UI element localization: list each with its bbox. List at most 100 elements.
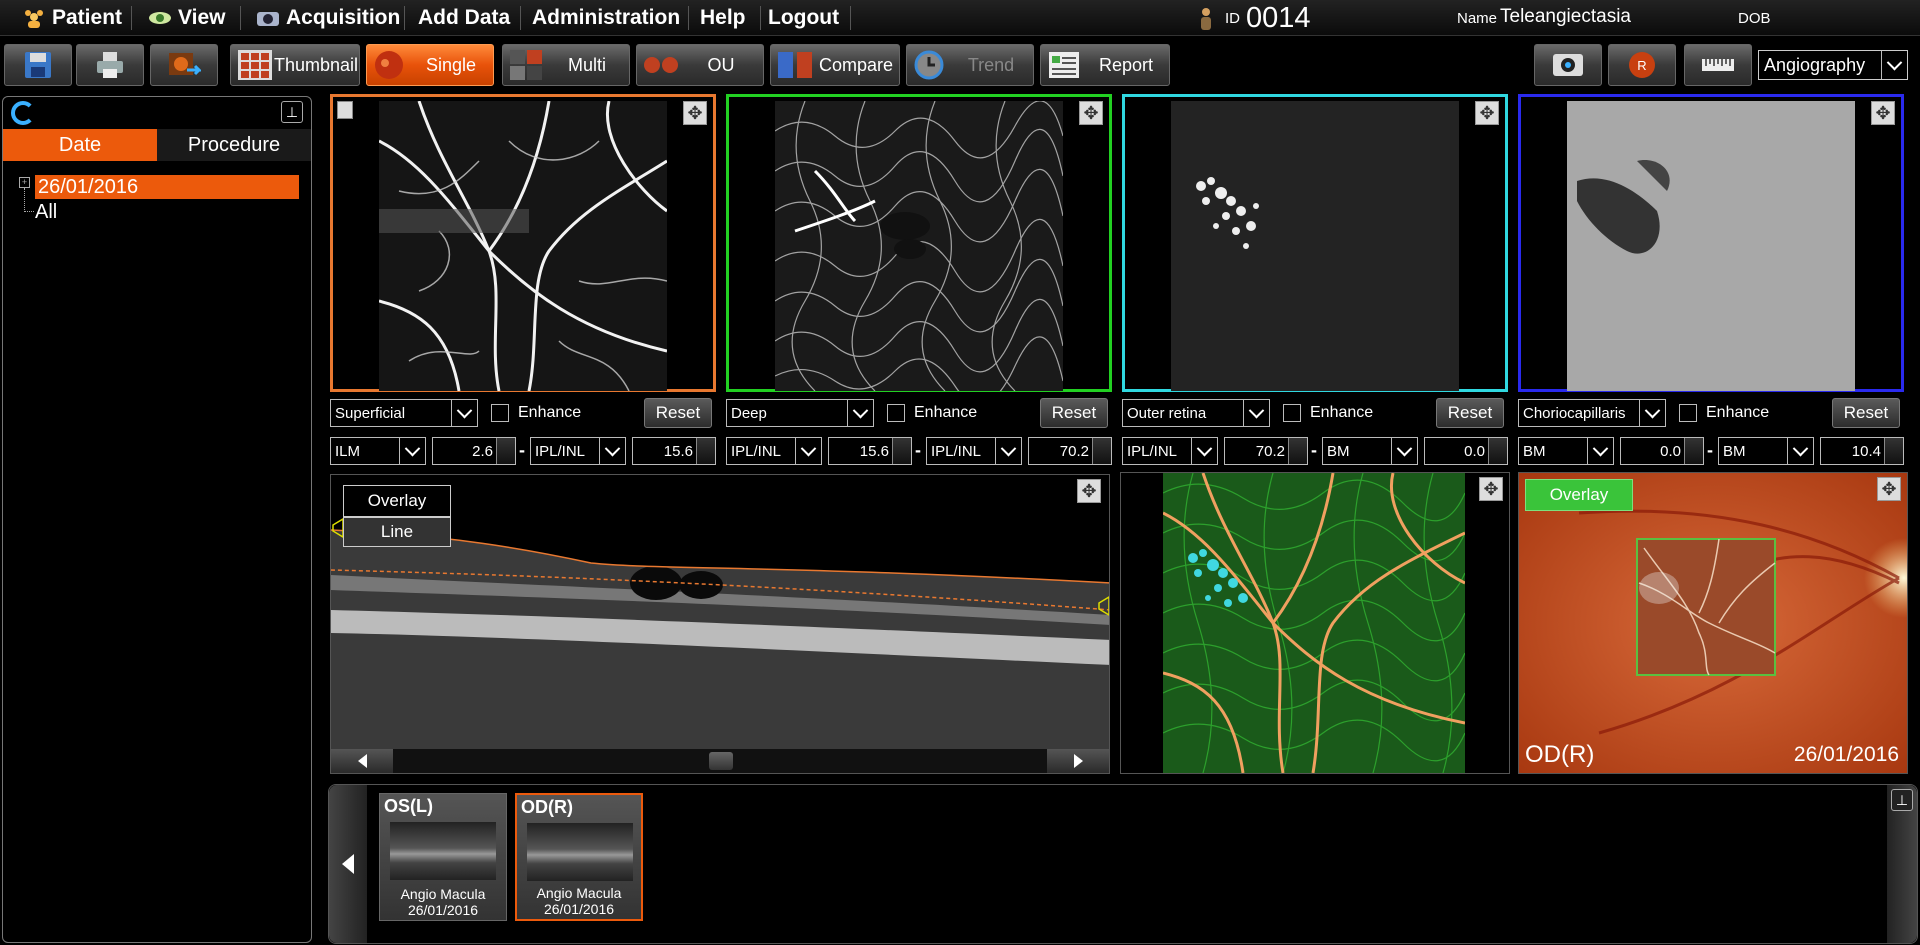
enhance-checkbox[interactable] [887,404,905,422]
angio-superficial-frame[interactable] [330,94,716,392]
tab-procedure[interactable]: Procedure [157,129,311,161]
upper-offset-stepper[interactable]: 15.6 [828,437,912,465]
chevron-down-icon [847,400,873,426]
note-icon[interactable] [337,101,353,119]
angio-choriocapillaris-frame[interactable] [1518,94,1904,392]
menu-help[interactable]: Help [692,0,754,36]
thumbnail-eye-label: OD(R) [521,797,573,817]
chevron-down-icon [451,400,477,426]
layer-select[interactable]: Superficial [330,399,478,427]
enhance-label: Enhance [518,404,582,421]
lower-boundary-select[interactable]: IPL/INL [530,437,626,465]
menu-acquisition[interactable]: Acquisition [248,0,408,36]
chevron-down-icon [1787,438,1813,464]
upper-boundary-value: IPL/INL [1127,442,1178,460]
view-thumbnail-button[interactable]: Thumbnail [230,44,360,86]
expand-icon[interactable] [1077,479,1101,503]
enhance-checkbox[interactable] [491,404,509,422]
view-compare-button[interactable]: Compare [770,44,900,86]
scroll-right-button[interactable] [1047,749,1109,773]
exam-thumbnail-od[interactable]: OD(R) Angio Macula 26/01/2016 [515,793,643,921]
menu-bar: Patient View Acquisition Add Data Admini… [0,0,1920,36]
layer-select[interactable]: Deep [726,399,874,427]
chevron-down-icon [995,438,1021,464]
upper-boundary-select[interactable]: ILM [330,437,426,465]
bscan-overlay-button[interactable]: Overlay [343,485,451,517]
reset-button[interactable]: Reset [644,398,712,428]
angio-deep-frame[interactable] [726,94,1112,392]
upper-boundary-select[interactable]: IPL/INL [726,437,822,465]
scroll-left-button[interactable] [331,749,393,773]
enhance-checkbox[interactable] [1283,404,1301,422]
lower-boundary-select[interactable]: BM [1322,437,1418,465]
enhance-checkbox[interactable] [1679,404,1697,422]
tree-item-all[interactable]: All [35,201,57,224]
mode-select[interactable]: Angiography [1758,50,1908,80]
tab-date[interactable]: Date [3,129,157,161]
menu-logout[interactable]: Logout [760,0,847,36]
menu-view[interactable]: View [140,0,233,36]
lower-offset-stepper[interactable]: 0.0 [1424,437,1508,465]
refresh-icon[interactable] [11,101,35,125]
patient-dob-label: DOB [1738,10,1771,27]
lower-boundary-select[interactable]: IPL/INL [926,437,1022,465]
expand-icon[interactable] [683,101,707,125]
lower-offset-stepper[interactable]: 70.2 [1028,437,1112,465]
lower-offset-stepper[interactable]: 15.6 [632,437,716,465]
scroll-thumb[interactable] [709,752,733,770]
menu-administration[interactable]: Administration [524,0,688,36]
menu-acquisition-label: Acquisition [286,6,401,29]
bscan-line-button[interactable]: Line [343,517,451,547]
tree-expand-icon[interactable]: + [19,177,30,188]
view-single-button[interactable]: Single [366,44,494,86]
expand-icon[interactable] [1475,101,1499,125]
expand-icon[interactable] [1871,101,1895,125]
fundus-eye-label: OD(R) [1525,741,1595,768]
view-trend-button[interactable]: Trend [906,44,1034,86]
right-eye-button[interactable]: R [1608,44,1676,86]
chevron-down-icon [1243,400,1269,426]
export-button[interactable] [150,44,218,86]
composite-angio-panel[interactable] [1120,472,1510,774]
upper-boundary-select[interactable]: BM [1518,437,1614,465]
measure-button[interactable] [1684,44,1752,86]
exam-thumbnail-os[interactable]: OS(L) Angio Macula 26/01/2016 [379,793,507,921]
angio-superficial-image [379,101,667,391]
bscan-scrollbar[interactable] [331,749,1109,773]
layer-select[interactable]: Choriocapillaris [1518,399,1666,427]
angio-outer-retina-frame[interactable] [1122,94,1508,392]
expand-icon[interactable] [1479,477,1503,501]
pin-icon[interactable]: ⊥ [1891,789,1913,811]
oct-capture-button[interactable] [1534,44,1602,86]
upper-boundary-select[interactable]: IPL/INL [1122,437,1218,465]
patients-icon [25,10,43,28]
save-button[interactable] [4,44,72,86]
pin-icon[interactable]: ⊥ [281,101,303,123]
reset-button[interactable]: Reset [1040,398,1108,428]
lower-boundary-select[interactable]: BM [1718,437,1814,465]
layer-select[interactable]: Outer retina [1122,399,1270,427]
lower-offset-stepper[interactable]: 10.4 [1820,437,1904,465]
print-button[interactable] [76,44,144,86]
menu-add-data[interactable]: Add Data [410,0,518,36]
view-multi-button[interactable]: Multi [502,44,630,86]
reset-button[interactable]: Reset [1436,398,1504,428]
reset-button[interactable]: Reset [1832,398,1900,428]
printer-icon [97,52,123,78]
bscan-panel[interactable]: Overlay Line [330,474,1110,774]
strip-scroll-left-button[interactable] [329,785,367,943]
upper-offset-stepper[interactable]: 70.2 [1224,437,1308,465]
ruler-icon [1702,59,1734,71]
upper-offset-stepper[interactable]: 2.6 [432,437,516,465]
fundus-panel[interactable]: Overlay OD(R) 26/01/2016 [1518,472,1908,774]
expand-icon[interactable] [1877,477,1901,501]
fundus-overlay-button[interactable]: Overlay [1525,479,1633,511]
expand-icon[interactable] [1079,101,1103,125]
upper-offset-stepper[interactable]: 0.0 [1620,437,1704,465]
tree-item-date[interactable]: 26/01/2016 [35,175,299,199]
chevron-down-icon [1391,438,1417,464]
menu-patient[interactable]: Patient [14,0,130,36]
mode-select-value: Angiography [1764,54,1866,75]
view-ou-button[interactable]: OU [636,44,764,86]
view-report-button[interactable]: Report [1040,44,1170,86]
